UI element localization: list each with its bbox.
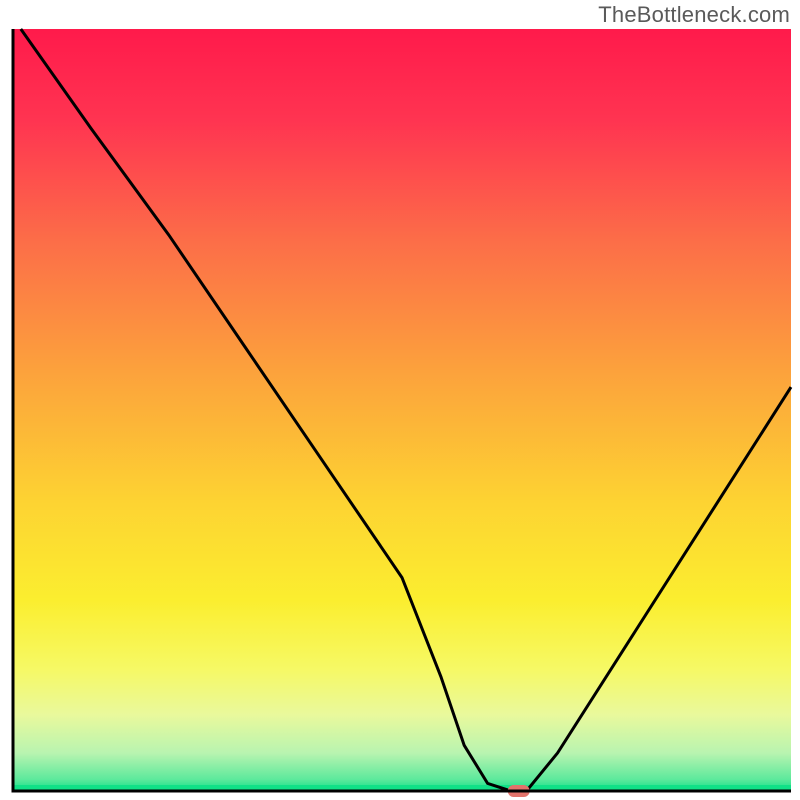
bottleneck-chart — [0, 0, 800, 800]
plot-background — [13, 29, 791, 791]
